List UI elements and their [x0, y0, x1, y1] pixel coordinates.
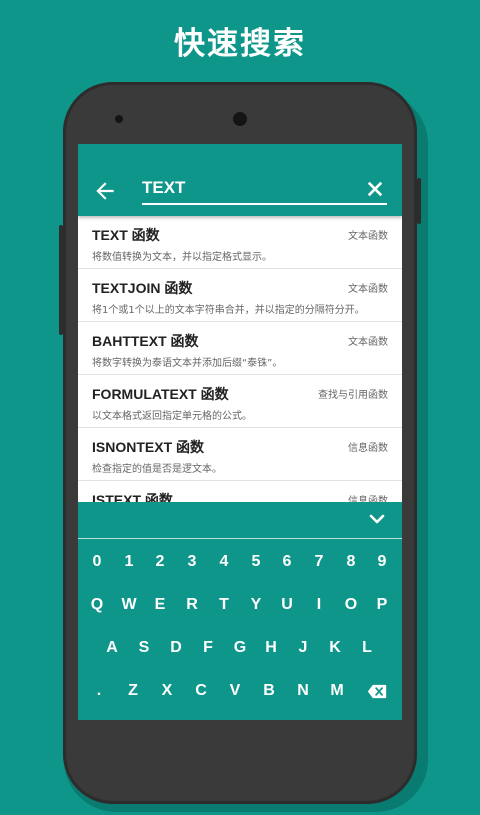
- key[interactable]: N: [290, 676, 316, 706]
- key[interactable]: L: [354, 633, 380, 663]
- key[interactable]: 3: [179, 547, 205, 577]
- key[interactable]: V: [222, 676, 248, 706]
- key[interactable]: H: [258, 633, 284, 663]
- key[interactable]: I: [306, 590, 332, 620]
- key[interactable]: C: [188, 676, 214, 706]
- key[interactable]: D: [163, 633, 189, 663]
- key[interactable]: 7: [306, 547, 332, 577]
- key-row-bottom: . Z X C V B N M: [78, 676, 402, 706]
- key[interactable]: 2: [147, 547, 173, 577]
- list-item[interactable]: ISTEXT 函数 信息函数: [78, 481, 402, 502]
- results-list: TEXT 函数 文本函数 将数值转换为文本，并以指定格式显示。 TEXTJOIN…: [78, 216, 402, 502]
- headline: 快速搜索: [174, 26, 306, 62]
- power-button: [417, 178, 421, 224]
- item-title: FORMULATEXT 函数: [92, 386, 229, 402]
- search-input[interactable]: [142, 174, 362, 202]
- sensor-dot: [115, 115, 123, 123]
- close-icon[interactable]: [364, 178, 386, 200]
- app-screen: TEXT 函数 文本函数 将数值转换为文本，并以指定格式显示。 TEXTJOIN…: [78, 144, 402, 720]
- item-category: 查找与引用函数: [318, 390, 388, 401]
- list-item[interactable]: BAHTTEXT 函数 文本函数 将数字转换为泰语文本并添加后缀“泰铢”。: [78, 322, 402, 375]
- key[interactable]: Q: [84, 590, 110, 620]
- item-title: TEXTJOIN 函数: [92, 280, 193, 296]
- item-desc: 将数值转换为文本，并以指定格式显示。: [92, 252, 272, 263]
- chevron-down-icon[interactable]: [368, 510, 386, 528]
- list-item[interactable]: FORMULATEXT 函数 查找与引用函数 以文本格式返回指定单元格的公式。: [78, 375, 402, 428]
- keyboard-header: [78, 502, 402, 538]
- key[interactable]: 4: [211, 547, 237, 577]
- key[interactable]: T: [211, 590, 237, 620]
- item-desc: 以文本格式返回指定单元格的公式。: [92, 411, 252, 422]
- key[interactable]: .: [86, 676, 112, 706]
- item-desc: 将1个或1个以上的文本字符串合并，并以指定的分隔符分开。: [92, 305, 365, 316]
- item-category: 文本函数: [348, 284, 388, 295]
- item-title: TEXT 函数: [92, 227, 160, 243]
- key[interactable]: Z: [120, 676, 146, 706]
- item-title: BAHTTEXT 函数: [92, 333, 199, 349]
- key[interactable]: J: [290, 633, 316, 663]
- key[interactable]: 9: [369, 547, 395, 577]
- key[interactable]: A: [99, 633, 125, 663]
- item-category: 信息函数: [348, 443, 388, 454]
- status-bar: [78, 144, 402, 166]
- arrow-left-icon[interactable]: [92, 178, 118, 204]
- item-category: 信息函数: [348, 496, 388, 502]
- search-underline: [142, 203, 387, 205]
- key[interactable]: 8: [338, 547, 364, 577]
- key[interactable]: F: [195, 633, 221, 663]
- key[interactable]: M: [324, 676, 350, 706]
- key[interactable]: 1: [116, 547, 142, 577]
- list-item[interactable]: ISNONTEXT 函数 信息函数 检查指定的值是否是逻文本。: [78, 428, 402, 481]
- item-title: ISNONTEXT 函数: [92, 439, 205, 455]
- key[interactable]: K: [322, 633, 348, 663]
- list-item[interactable]: TEXT 函数 文本函数 将数值转换为文本，并以指定格式显示。: [78, 216, 402, 269]
- search-toolbar: [78, 166, 402, 216]
- key[interactable]: U: [274, 590, 300, 620]
- key[interactable]: O: [338, 590, 364, 620]
- key-row-top: Q W E R T Y U I O P: [78, 590, 402, 620]
- item-title: ISTEXT 函数: [92, 492, 173, 502]
- key[interactable]: 6: [274, 547, 300, 577]
- key[interactable]: B: [256, 676, 282, 706]
- key[interactable]: X: [154, 676, 180, 706]
- key[interactable]: Y: [243, 590, 269, 620]
- front-camera: [233, 112, 247, 126]
- key-row-digits: 0 1 2 3 4 5 6 7 8 9: [78, 547, 402, 577]
- list-item[interactable]: TEXTJOIN 函数 文本函数 将1个或1个以上的文本字符串合并，并以指定的分…: [78, 269, 402, 322]
- key[interactable]: R: [179, 590, 205, 620]
- volume-button: [59, 225, 63, 335]
- key[interactable]: P: [369, 590, 395, 620]
- key[interactable]: 5: [243, 547, 269, 577]
- key[interactable]: E: [147, 590, 173, 620]
- keyboard: 0 1 2 3 4 5 6 7 8 9 Q W E R T Y U I O P …: [78, 502, 402, 720]
- key-row-middle: A S D F G H J K L: [78, 633, 402, 663]
- item-category: 文本函数: [348, 337, 388, 348]
- keyboard-divider: [78, 538, 402, 539]
- key[interactable]: W: [116, 590, 142, 620]
- item-category: 文本函数: [348, 231, 388, 242]
- item-desc: 检查指定的值是否是逻文本。: [92, 464, 222, 475]
- key[interactable]: S: [131, 633, 157, 663]
- key[interactable]: G: [227, 633, 253, 663]
- backspace-icon[interactable]: [367, 684, 387, 699]
- item-desc: 将数字转换为泰语文本并添加后缀“泰铢”。: [92, 358, 283, 369]
- key[interactable]: 0: [84, 547, 110, 577]
